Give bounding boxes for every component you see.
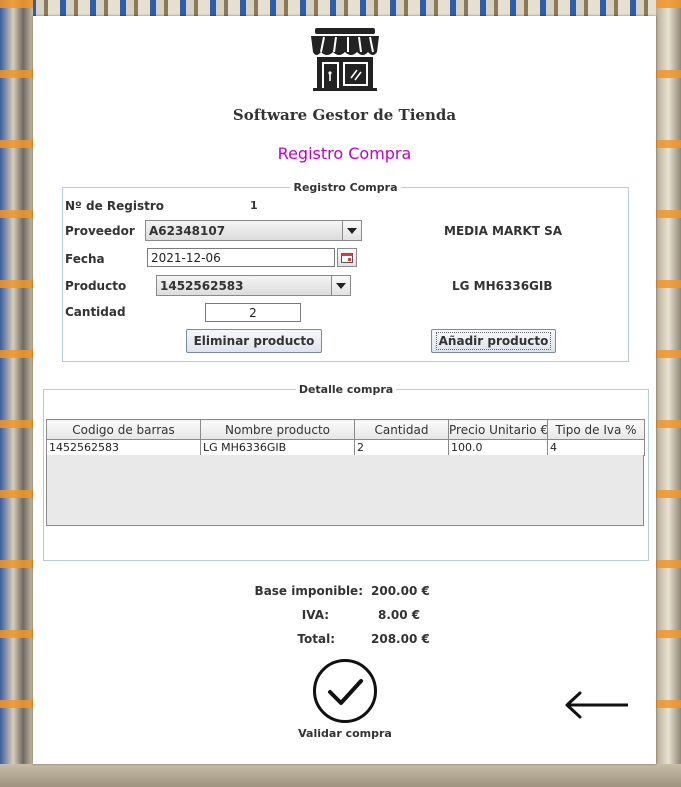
app-brand: Software Gestor de Tienda (232, 106, 457, 124)
main-panel: Software Gestor de Tienda Registro Compr… (33, 16, 656, 764)
table-cell[interactable]: 2 (354, 439, 449, 456)
anadir-producto-label: Añadir producto (435, 332, 552, 350)
producto-select[interactable]: 1452562583 (156, 275, 351, 296)
iva-label: IVA: (301, 608, 329, 622)
registro-label: Nº de Registro (65, 199, 165, 213)
eliminar-producto-label: Eliminar producto (193, 334, 315, 348)
table-row[interactable]: 1452562583 LG MH6336GIB 2 100.0 4 (46, 439, 645, 456)
eliminar-producto-button[interactable]: Eliminar producto (186, 329, 322, 353)
background-bottom (0, 764, 681, 787)
producto-label: Producto (65, 279, 127, 293)
base-imponible-label: Base imponible: (254, 584, 363, 598)
proveedor-name: MEDIA MARKT SA (444, 224, 563, 238)
fecha-label: Fecha (65, 252, 105, 266)
cantidad-label: Cantidad (65, 305, 126, 319)
column-header[interactable]: Precio Unitario € (448, 419, 548, 440)
arrow-left-icon[interactable] (564, 689, 630, 721)
chevron-down-icon[interactable] (331, 276, 350, 295)
table-cell[interactable]: LG MH6336GIB (200, 439, 355, 456)
validar-compra-label: Validar compra (298, 727, 392, 740)
column-header[interactable]: Codigo de barras (46, 419, 201, 440)
cantidad-input[interactable]: 2 (205, 303, 301, 322)
table-cell[interactable]: 4 (547, 439, 645, 456)
base-imponible-value: 200.00 € (371, 584, 430, 598)
background-left (0, 0, 33, 787)
total-value: 208.00 € (371, 632, 430, 646)
background-right (656, 0, 681, 787)
producto-selected: 1452562583 (160, 279, 244, 293)
store-icon (311, 28, 379, 91)
column-header[interactable]: Tipo de Iva % (547, 419, 645, 440)
detalle-table: Codigo de barras Nombre producto Cantida… (46, 419, 645, 456)
table-empty-area (46, 455, 644, 526)
table-cell[interactable]: 100.0 (448, 439, 548, 456)
calendar-icon (341, 252, 353, 263)
total-label: Total: (297, 632, 335, 646)
table-header-row: Codigo de barras Nombre producto Cantida… (46, 419, 645, 440)
chevron-down-icon[interactable] (342, 221, 361, 240)
proveedor-selected: A62348107 (149, 224, 226, 238)
calendar-button[interactable] (337, 248, 357, 267)
fecha-input[interactable]: 2021-12-06 (147, 248, 335, 267)
proveedor-select[interactable]: A62348107 (145, 220, 362, 241)
anadir-producto-button[interactable]: Añadir producto (431, 329, 556, 353)
proveedor-label: Proveedor (65, 224, 135, 238)
detalle-table-area: Codigo de barras Nombre producto Cantida… (33, 389, 656, 569)
table-cell[interactable]: 1452562583 (46, 439, 201, 456)
page-title: Registro Compra (277, 144, 412, 163)
registro-value: 1 (250, 199, 258, 212)
column-header[interactable]: Nombre producto (200, 419, 355, 440)
producto-name: LG MH6336GIB (452, 279, 553, 293)
registro-group-legend: Registro Compra (293, 181, 398, 194)
iva-value: 8.00 € (378, 608, 421, 622)
column-header[interactable]: Cantidad (354, 419, 449, 440)
check-circle-icon[interactable] (312, 658, 378, 724)
